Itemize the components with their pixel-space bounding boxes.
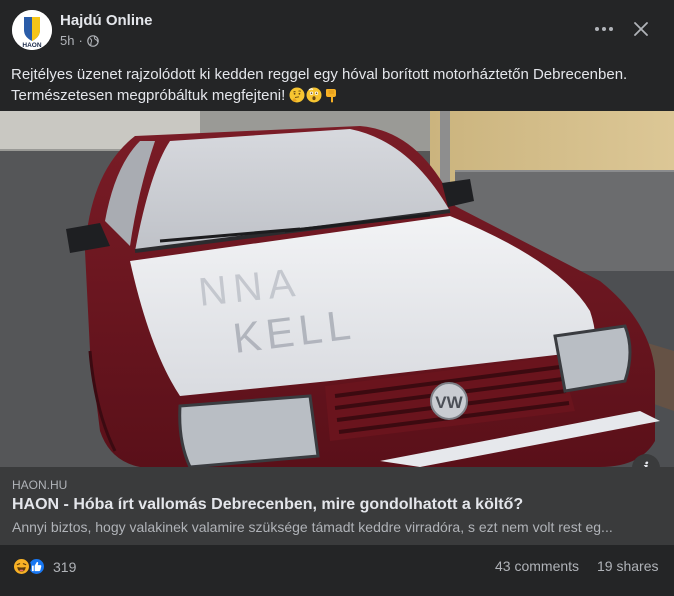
post-time[interactable]: 5h xyxy=(60,33,74,48)
shares-count-link[interactable]: 19 shares xyxy=(597,558,658,574)
ellipsis-icon xyxy=(595,27,613,31)
post-text: Rejtélyes üzenet rajzolódott ki kedden r… xyxy=(11,64,661,106)
more-options-button[interactable] xyxy=(588,16,620,42)
link-description: Annyi biztos, hogy valakinek valamire sz… xyxy=(12,519,613,535)
haon-logo-icon: HAON xyxy=(12,10,52,50)
post-meta: 5h · xyxy=(60,33,99,48)
thinking-face-icon xyxy=(289,87,305,103)
post-image[interactable]: NNA KELL VW xyxy=(0,111,674,467)
pointing-down-icon xyxy=(326,89,337,103)
haha-icon xyxy=(12,557,31,576)
post-header: HAON Hajdú Online 5h · xyxy=(0,0,674,58)
link-title[interactable]: HAON - Hóba írt vallomás Debrecenben, mi… xyxy=(12,496,523,514)
meta-separator: · xyxy=(78,33,83,48)
svg-text:HAON: HAON xyxy=(22,42,41,49)
comments-count-link[interactable]: 43 comments xyxy=(495,558,579,574)
reactions-summary[interactable]: 319 xyxy=(12,557,76,576)
link-domain: HAON.HU xyxy=(12,478,68,492)
close-button[interactable] xyxy=(628,16,654,42)
page-name-link[interactable]: Hajdú Online xyxy=(60,12,153,29)
globe-icon xyxy=(87,34,99,47)
post-card: HAON Hajdú Online 5h · Rejtélyes üzenet … xyxy=(0,0,674,596)
page-avatar[interactable]: HAON xyxy=(12,10,52,50)
link-preview[interactable]: HAON.HU HAON - Hóba írt vallomás Debrece… xyxy=(0,467,674,545)
reaction-count: 319 xyxy=(53,558,77,575)
svg-text:VW: VW xyxy=(435,393,463,412)
snowy-car-photo: NNA KELL VW xyxy=(0,111,674,467)
astonished-face-icon xyxy=(306,87,322,103)
close-icon xyxy=(634,22,648,36)
post-stats: 319 43 comments 19 shares xyxy=(0,545,674,596)
